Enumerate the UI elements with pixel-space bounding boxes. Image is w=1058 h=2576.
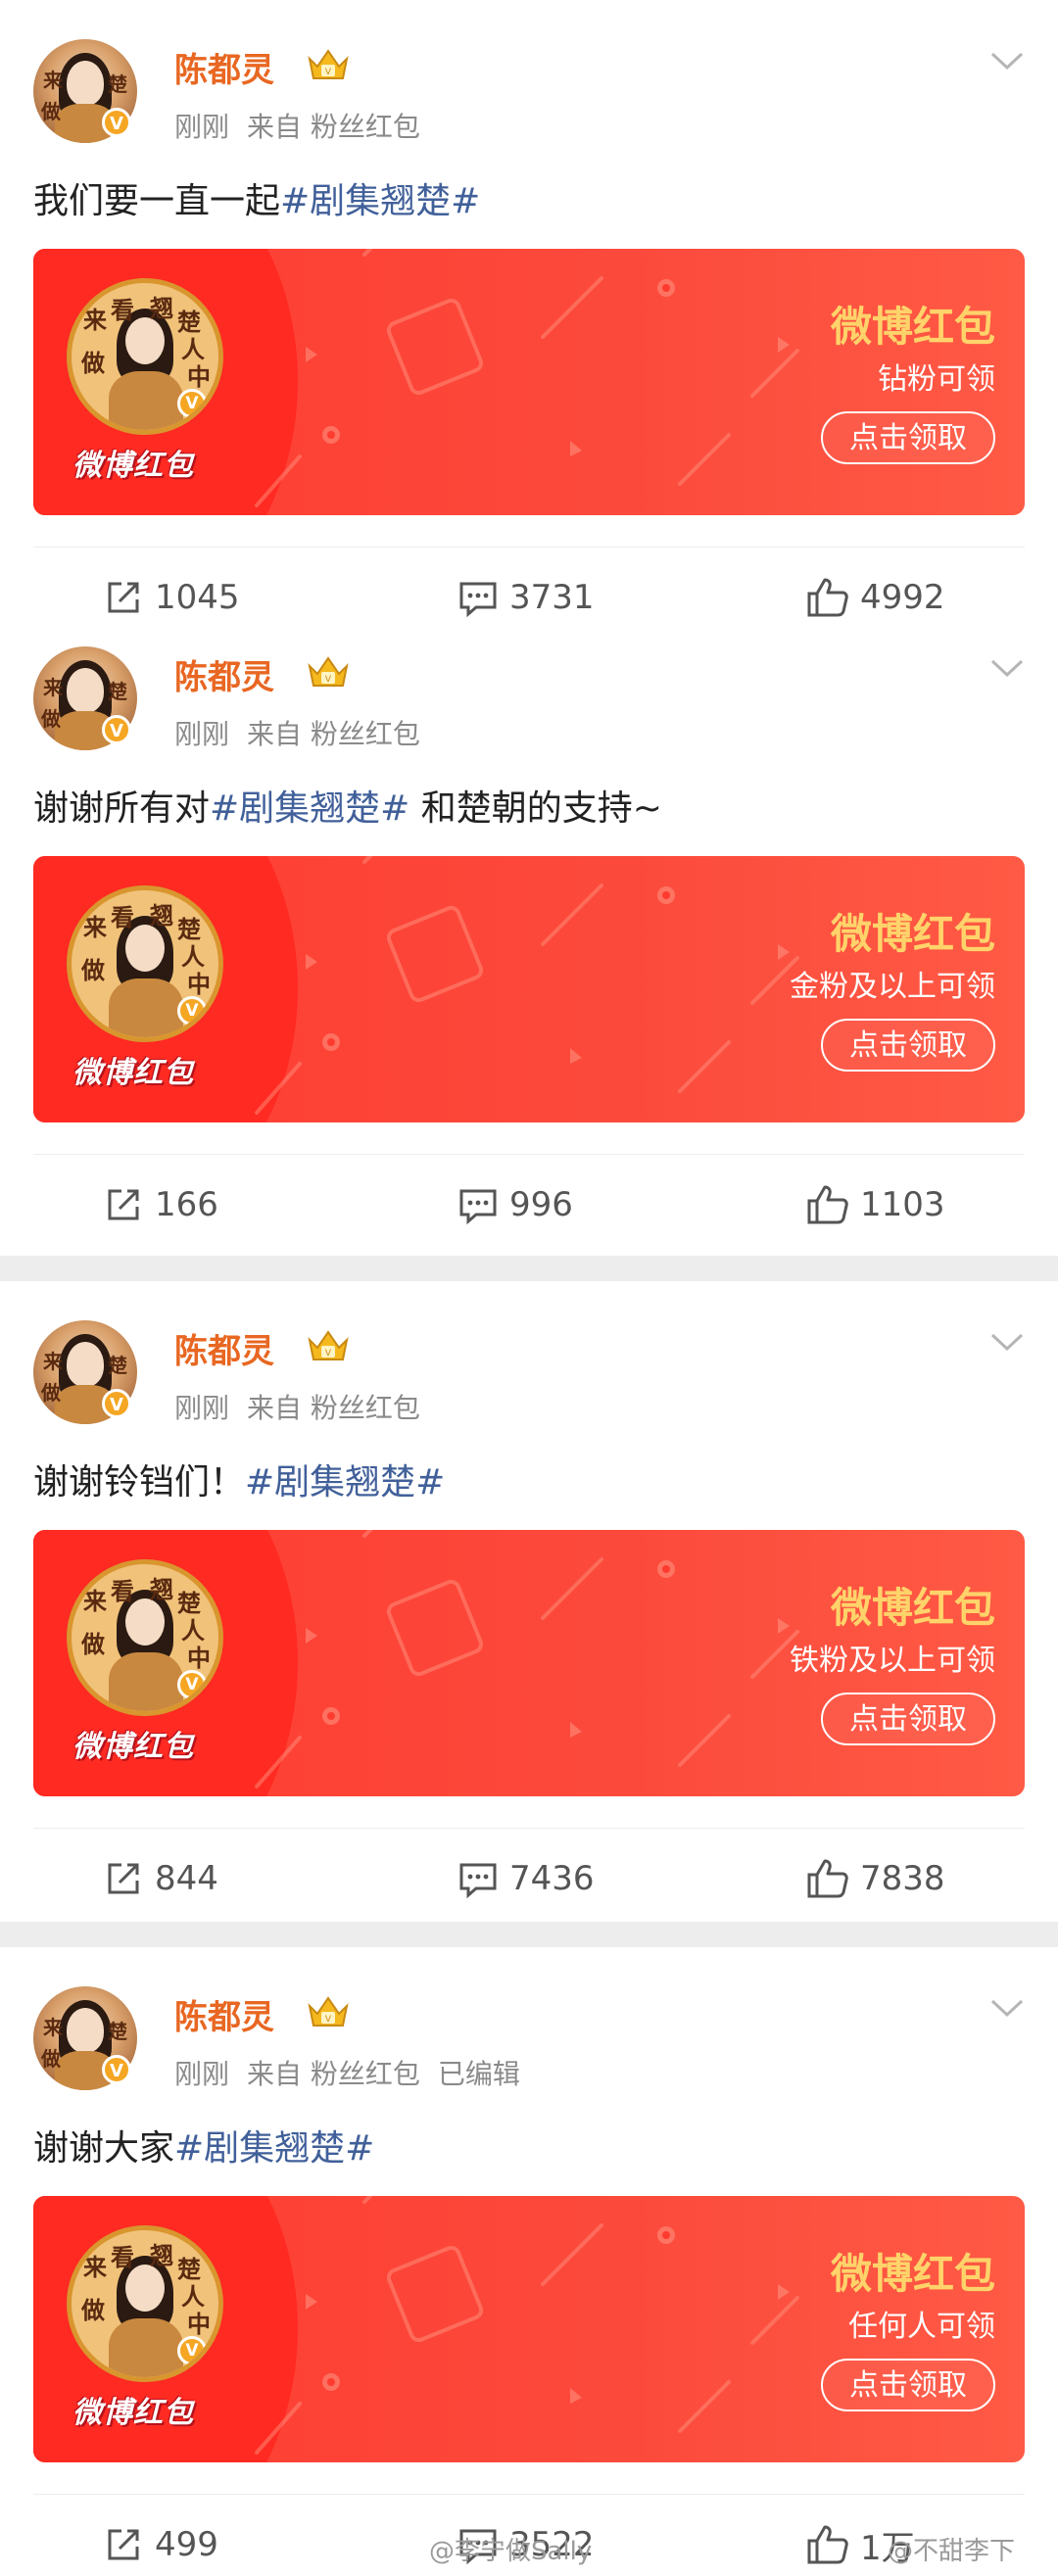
hashtag-link[interactable]: #剧集翘楚# <box>280 181 480 221</box>
like-count: 1103 <box>860 1185 945 1224</box>
red-packet-eligibility: 金粉及以上可领 <box>790 970 995 1004</box>
repost-button[interactable]: 844 <box>102 1849 218 1908</box>
post-source: 来自 粉丝红包 <box>247 2058 420 2090</box>
claim-button[interactable]: 点击领取 <box>821 1693 995 1745</box>
post-actions: 166 996 1103 <box>0 1175 1058 1234</box>
post-meta: 刚刚 来自 粉丝红包 <box>174 1387 456 1426</box>
red-packet-title: 微博红包 <box>830 2250 995 2298</box>
post-source: 来自 粉丝红包 <box>247 1392 420 1424</box>
claim-button[interactable]: 点击领取 <box>821 1019 995 1072</box>
post-meta: 刚刚 来自 粉丝红包 <box>174 106 456 145</box>
repost-button[interactable]: 499 <box>102 2515 218 2574</box>
red-packet-eligibility: 铁粉及以上可领 <box>790 1644 995 1678</box>
hashtag-link[interactable]: #剧集翘楚# <box>210 788 409 829</box>
verified-badge-icon: V <box>102 2055 131 2084</box>
crown-icon: V <box>308 49 349 79</box>
post-text: 谢谢铃铛们！#剧集翘楚# <box>33 1454 445 1504</box>
weibo-post: 来 做 楚 V 陈都灵 V 刚刚 来自 粉丝红包 谢谢铃铛们！#剧集翘楚# 来 看… <box>0 1281 1058 1908</box>
weibo-post: 来 做 楚 V 陈都灵 V 刚刚 来自 粉丝红包 我们要一直一起#剧集翘楚# 来 … <box>0 0 1058 627</box>
action-divider <box>33 1154 1025 1155</box>
comment-icon <box>459 1863 497 1899</box>
chevron-down-icon[interactable] <box>989 1996 1025 2020</box>
action-divider <box>33 1828 1025 1829</box>
post-text-prefix: 谢谢所有对 <box>33 788 211 829</box>
repost-count: 166 <box>155 1185 218 1224</box>
post-time: 刚刚 <box>174 718 230 750</box>
svg-text:V: V <box>325 68 332 77</box>
repost-count: 499 <box>155 2525 218 2564</box>
post-meta: 刚刚 来自 粉丝红包 <box>174 713 456 752</box>
post-source: 来自 粉丝红包 <box>247 718 420 750</box>
crown-icon: V <box>308 1996 349 2027</box>
comment-icon <box>459 1189 497 1225</box>
action-divider <box>33 547 1025 548</box>
red-packet-card[interactable]: 来 看 翘 楚 人 中 做 V 微博红包 <box>33 2196 1025 2462</box>
red-packet-title: 微博红包 <box>830 303 995 351</box>
chevron-down-icon[interactable] <box>989 1330 1025 1354</box>
like-button[interactable]: 1103 <box>805 1175 945 1234</box>
comment-button[interactable]: 7436 <box>457 1849 595 1908</box>
chevron-down-icon[interactable] <box>989 656 1025 680</box>
card-decoration <box>255 249 799 507</box>
post-time: 刚刚 <box>174 1392 230 1424</box>
red-packet-title: 微博红包 <box>830 910 995 958</box>
weibo-post: 来 做 楚 V 陈都灵 V 刚刚 来自 粉丝红包 谢谢所有对#剧集翘楚# 和楚朝的… <box>0 607 1058 1234</box>
post-text-prefix: 我们要一直一起 <box>33 181 281 221</box>
post-time: 刚刚 <box>174 111 230 143</box>
post-text: 我们要一直一起#剧集翘楚# <box>33 172 480 223</box>
red-packet-card[interactable]: 来 看 翘 楚 人 中 做 V 微博红包 <box>33 856 1025 1122</box>
comment-button[interactable]: 996 <box>457 1175 573 1234</box>
edited-label: 已编辑 <box>437 2058 520 2090</box>
feed-divider <box>0 1256 1058 1281</box>
red-packet-card[interactable]: 来 看 翘 楚 人 中 做 V 微博红包 <box>33 249 1025 515</box>
repost-count: 844 <box>155 1859 218 1898</box>
post-text-suffix: 和楚朝的支持~ <box>409 788 662 829</box>
weibo-post: 来 做 楚 V 陈都灵 V 刚刚 来自 粉丝红包 已编辑 谢谢大家#剧集翘楚# 来 … <box>0 1947 1058 2574</box>
thumbs-up-icon <box>807 1859 848 1898</box>
verified-badge-icon: V <box>102 715 131 744</box>
crown-icon: V <box>308 1330 349 1360</box>
username[interactable]: 陈都灵 <box>174 650 274 698</box>
repost-icon <box>108 2529 139 2560</box>
red-packet-eligibility: 任何人可领 <box>848 2310 995 2344</box>
red-packet-card[interactable]: 来 看 翘 楚 人 中 做 V 微博红包 <box>33 1530 1025 1796</box>
thumbs-up-icon <box>807 2525 848 2564</box>
chevron-down-icon[interactable] <box>989 49 1025 72</box>
post-text-prefix: 谢谢大家 <box>33 2128 175 2169</box>
post-source: 来自 粉丝红包 <box>247 111 420 143</box>
svg-text:V: V <box>325 2015 332 2025</box>
watermark-right: @不甜李下 <box>888 2537 1016 2566</box>
post-text: 谢谢大家#剧集翘楚# <box>33 2120 374 2171</box>
post-text: 谢谢所有对#剧集翘楚# 和楚朝的支持~ <box>33 780 662 831</box>
hashtag-link[interactable]: #剧集翘楚# <box>174 2128 374 2169</box>
svg-text:V: V <box>325 1349 332 1359</box>
red-packet-title: 微博红包 <box>830 1584 995 1632</box>
username[interactable]: 陈都灵 <box>174 43 274 91</box>
like-count: 7838 <box>860 1859 945 1898</box>
username[interactable]: 陈都灵 <box>174 1990 274 2038</box>
claim-button[interactable]: 点击领取 <box>821 2359 995 2411</box>
watermark-left: @李宁做Sally <box>429 2537 593 2566</box>
post-meta: 刚刚 来自 粉丝红包 已编辑 <box>174 2053 538 2092</box>
svg-text:V: V <box>325 675 332 685</box>
post-time: 刚刚 <box>174 2058 230 2090</box>
post-actions: 844 7436 7838 <box>0 1849 1058 1908</box>
red-packet-eligibility: 钻粉可领 <box>878 362 995 397</box>
repost-icon <box>108 1189 139 1220</box>
verified-badge-icon: V <box>102 1389 131 1418</box>
claim-button[interactable]: 点击领取 <box>821 411 995 464</box>
crown-icon: V <box>308 656 349 687</box>
username[interactable]: 陈都灵 <box>174 1324 274 1372</box>
repost-icon <box>108 1863 139 1894</box>
repost-button[interactable]: 166 <box>102 1175 218 1234</box>
feed-divider <box>0 1922 1058 1947</box>
action-divider <box>33 2494 1025 2495</box>
thumbs-up-icon <box>807 1185 848 1224</box>
post-text-prefix: 谢谢铃铛们！ <box>33 1462 246 1503</box>
hashtag-link[interactable]: #剧集翘楚# <box>245 1462 445 1503</box>
like-button[interactable]: 7838 <box>805 1849 945 1908</box>
verified-badge-icon: V <box>102 108 131 137</box>
comment-count: 7436 <box>509 1859 595 1898</box>
comment-count: 996 <box>509 1185 573 1224</box>
